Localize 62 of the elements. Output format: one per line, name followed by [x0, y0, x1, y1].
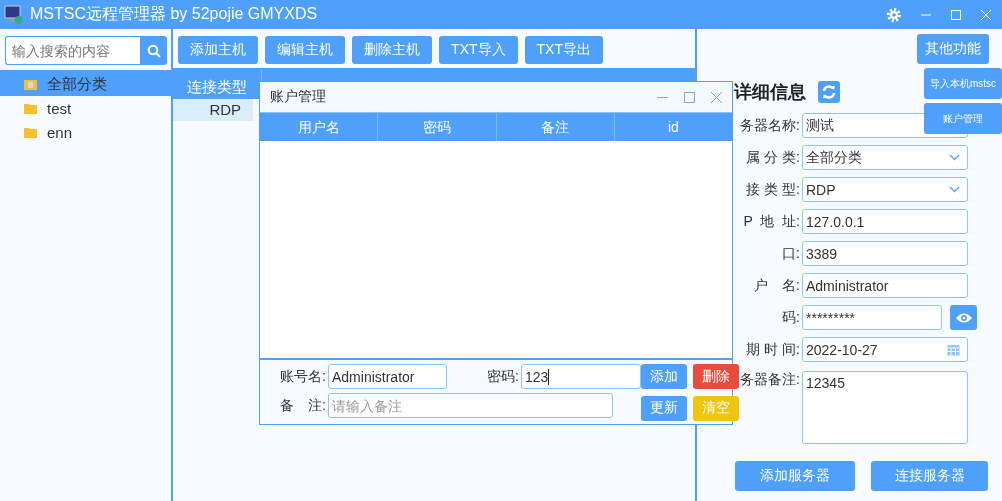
- note-field[interactable]: 请输入备注: [328, 393, 613, 418]
- toolbar-button[interactable]: TXT导出: [524, 36, 603, 64]
- sidebar-item[interactable]: 全部分类: [0, 72, 172, 96]
- sidebar-item[interactable]: test: [0, 96, 172, 120]
- field-label: 码:: [781, 308, 801, 327]
- server-button[interactable]: 连接服务器: [871, 461, 988, 491]
- field-label: 接 类 型:: [745, 180, 801, 199]
- sidebar-item[interactable]: enn: [0, 120, 172, 144]
- refresh-button[interactable]: [818, 81, 840, 103]
- text-field[interactable]: 3389: [802, 241, 968, 266]
- form-button[interactable]: 删除: [693, 364, 739, 389]
- folder-icon: [24, 126, 37, 138]
- server-button[interactable]: 添加服务器: [735, 461, 855, 491]
- notes-field[interactable]: 12345: [802, 371, 968, 444]
- dialog-title: 账户管理: [270, 88, 326, 106]
- text-field[interactable]: Administrator: [802, 273, 968, 298]
- folder-icon: [24, 78, 37, 90]
- field-label: 务器备注:: [739, 371, 801, 389]
- other-functions-button[interactable]: 其他功能: [917, 34, 989, 64]
- search-button[interactable]: [140, 36, 168, 65]
- account-field[interactable]: Administrator: [328, 364, 447, 389]
- chevron-icon: [949, 186, 960, 193]
- field-label: 户 名:: [753, 276, 801, 295]
- column-header[interactable]: id: [614, 113, 732, 141]
- folder-icon: [24, 102, 37, 114]
- toolbar-button[interactable]: 添加主机: [178, 36, 259, 64]
- maximize-icon[interactable]: [684, 91, 695, 103]
- menu-item[interactable]: 账户管理: [924, 103, 1002, 134]
- field-label: 属 分 类:: [745, 148, 801, 167]
- dropdown[interactable]: RDP: [802, 177, 968, 202]
- window-title: MSTSC远程管理器 by 52pojie GMYXDS: [30, 4, 318, 24]
- menu-item[interactable]: 导入本机mstsc: [924, 68, 1002, 99]
- settings-icon[interactable]: [886, 6, 902, 23]
- field-label: 账号名:: [279, 367, 327, 386]
- refresh-icon: [821, 84, 837, 100]
- toolbar-button[interactable]: 编辑主机: [265, 36, 346, 64]
- field-label: 备 注:: [279, 396, 327, 415]
- field-label: 密码:: [486, 367, 520, 386]
- details-heading: 详细信息: [734, 81, 806, 104]
- form-button[interactable]: 清空: [693, 395, 739, 421]
- form-button[interactable]: 添加: [641, 364, 687, 389]
- toolbar-button[interactable]: TXT导入: [439, 36, 518, 64]
- field-label: 口:: [781, 244, 801, 263]
- close-icon[interactable]: [711, 91, 722, 103]
- show-password-button[interactable]: [950, 305, 977, 330]
- calendar-icon: [947, 343, 960, 356]
- table-row[interactable]: RDP: [173, 99, 254, 121]
- dropdown[interactable]: 全部分类: [802, 145, 968, 170]
- field-label: 务器名称:: [739, 116, 801, 135]
- form-button[interactable]: 更新: [641, 395, 687, 421]
- password-field[interactable]: *********: [802, 305, 942, 330]
- toolbar-button[interactable]: 删除主机: [352, 36, 433, 64]
- field-label: 期 时 间:: [745, 340, 801, 359]
- search-field[interactable]: 输入搜索的内容: [5, 36, 141, 65]
- password-field[interactable]: 123: [521, 364, 641, 389]
- chevron-icon: [949, 154, 960, 161]
- field-label: P 地 址:: [742, 212, 801, 231]
- search-icon: [146, 43, 161, 58]
- text-field[interactable]: 127.0.0.1: [802, 209, 968, 234]
- date-field[interactable]: 2022-10-27: [802, 337, 968, 362]
- monitor-icon: [4, 4, 24, 25]
- eye-icon: [954, 311, 973, 324]
